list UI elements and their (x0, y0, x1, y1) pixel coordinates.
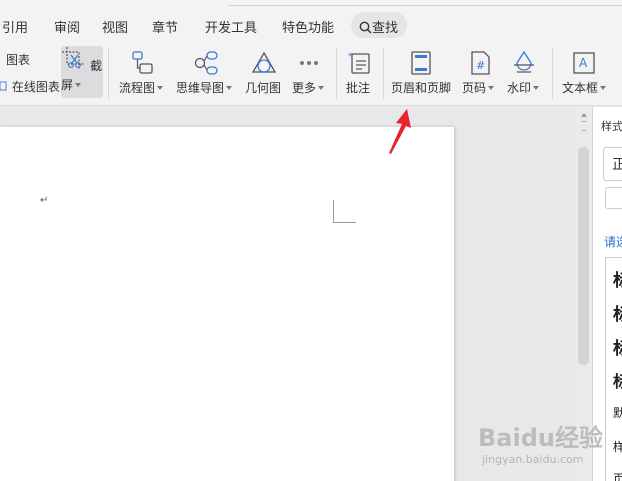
watermark-logo: Baidu经验 (478, 424, 603, 452)
chevron-down-icon (157, 86, 164, 90)
current-style-value: 正 (612, 157, 622, 173)
style-list: 标 标 标 标 默 样 页 (605, 257, 622, 481)
watermark-label: 水印 (507, 81, 532, 95)
mindmap-label: 思维导图 (176, 81, 225, 95)
toolbar-divider (552, 48, 553, 100)
watermark-url: jingyan.baidu.com (482, 453, 584, 466)
style-list-item[interactable]: 页 (613, 470, 622, 481)
textbox-label: 文本框 (562, 81, 599, 95)
tab-view[interactable]: 视图 (102, 17, 128, 36)
svg-text:*: * (348, 52, 353, 62)
more-dots-icon (300, 61, 318, 65)
toolbar-divider (108, 48, 109, 100)
scroll-split-handle[interactable] (582, 121, 586, 131)
style-list-item[interactable]: 标 (613, 368, 622, 392)
page-number-icon: # (471, 51, 490, 75)
style-list-item[interactable]: 默 (613, 404, 622, 421)
tab-chapter[interactable]: 章节 (152, 17, 178, 36)
mindmap-icon (194, 51, 218, 75)
toolbar-divider (383, 48, 384, 100)
style-option-button[interactable] (605, 187, 622, 209)
tab-references[interactable]: 引用 (2, 17, 28, 36)
document-page[interactable]: ↵ (0, 127, 454, 481)
style-list-item[interactable]: 标 (613, 266, 622, 291)
mindmap-button[interactable]: 思维导图 (176, 46, 236, 100)
screenshot-button[interactable]: 截屏 (61, 46, 103, 98)
flowchart-label: 流程图 (119, 81, 156, 95)
chevron-down-icon (600, 86, 607, 90)
geometry-label: 几何图 (245, 81, 282, 95)
textbox-button[interactable]: A 文本框 (562, 46, 610, 100)
scissors-crop-icon (62, 47, 84, 69)
geometry-button[interactable]: 几何图 (245, 46, 285, 100)
chevron-down-icon (226, 86, 233, 90)
tab-review[interactable]: 审阅 (54, 17, 80, 36)
search-icon (359, 21, 372, 34)
flowchart-icon (132, 51, 153, 74)
flowchart-button[interactable]: 流程图 (119, 46, 169, 100)
more-label-wrap: 更多 (292, 79, 325, 96)
chevron-down-icon (488, 86, 495, 90)
geometry-shapes-icon (251, 51, 277, 73)
header-footer-button[interactable]: 页眉和页脚 (391, 46, 453, 100)
comment-button[interactable]: * 批注 (346, 46, 376, 100)
search-label: 查找 (372, 21, 399, 36)
annotation-arrow-icon (389, 109, 411, 154)
scroll-thumb[interactable] (578, 147, 589, 365)
flowchart-label-wrap: 流程图 (119, 79, 164, 96)
search-button[interactable]: 查找 (351, 12, 407, 38)
watermark-icon (514, 50, 534, 73)
chart-button[interactable]: 图表 (6, 51, 30, 68)
online-chart-icon (0, 81, 7, 91)
watermark-label-wrap: 水印 (507, 79, 540, 96)
online-chart-button[interactable]: 在线图表 (0, 78, 60, 95)
baidu-jingyan-watermark: Baidu经验 jingyan.baidu.com (478, 418, 603, 466)
textbox-label-wrap: 文本框 (562, 79, 607, 96)
chevron-down-icon (75, 83, 82, 87)
style-list-item[interactable]: 标 (613, 334, 622, 359)
styles-pane-title: 样式 (601, 120, 622, 133)
chevron-down-icon (318, 86, 325, 90)
style-list-item[interactable]: 样 (613, 438, 622, 455)
scroll-up-icon[interactable] (581, 113, 587, 117)
current-style-field[interactable]: 正 (603, 147, 622, 181)
comment-icon: * (348, 52, 370, 74)
mindmap-label-wrap: 思维导图 (176, 79, 233, 96)
page-number-label-wrap: 页码 (462, 79, 495, 96)
chart-label: 图表 (6, 53, 31, 67)
more-button[interactable]: 更多 (292, 46, 332, 100)
page-number-label: 页码 (462, 81, 487, 95)
ribbon-tab-bar: 引用 审阅 视图 章节 开发工具 特色功能 查找 (0, 0, 622, 44)
insert-toolbar: 图表 在线图表 截屏 流程图 思维导图 几何图 更多 * 批注 页眉和页脚 # … (0, 44, 622, 106)
header-footer-label: 页眉和页脚 (391, 81, 452, 95)
paragraph-mark: ↵ (40, 195, 49, 206)
wps-writer-window: 引用 审阅 视图 章节 开发工具 特色功能 查找 图表 在线图表 截屏 流程图 … (0, 0, 622, 481)
margin-corner-mark (333, 200, 356, 223)
comment-label: 批注 (346, 81, 371, 95)
page-number-button[interactable]: # 页码 (462, 46, 498, 100)
svg-text:#: # (476, 59, 485, 72)
tab-features[interactable]: 特色功能 (282, 17, 334, 36)
toolbar-divider (336, 48, 337, 100)
select-style-link[interactable]: 请选 (604, 233, 622, 250)
chevron-down-icon (533, 86, 540, 90)
title-bar-edge (228, 0, 622, 6)
online-chart-label: 在线图表 (11, 80, 60, 94)
more-label: 更多 (292, 81, 317, 95)
style-list-item[interactable]: 标 (613, 300, 622, 325)
textbox-icon: A (573, 52, 595, 74)
header-footer-icon (411, 51, 431, 75)
svg-text:A: A (579, 56, 588, 70)
watermark-button[interactable]: 水印 (507, 46, 543, 100)
tab-developer[interactable]: 开发工具 (205, 17, 257, 36)
